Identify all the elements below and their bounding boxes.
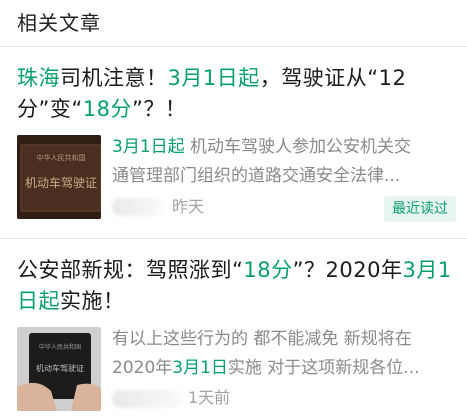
text-segment: 机动车驾驶人参加公安机关交	[184, 137, 412, 157]
text-segment: 司机注意！	[60, 66, 168, 90]
source-name-blurred	[112, 390, 184, 408]
highlight-keyword: 18分	[243, 258, 293, 282]
recently-read-badge: 最近读过	[384, 196, 456, 222]
thumb-main-text: 机动车驾驶证	[36, 363, 84, 373]
article-summary: 有以上这些行为的 都不能减免 新规将在 2020年3月1日实施 对于这项新规各位.…	[112, 325, 450, 383]
summary-line: 2020年3月1日实施 对于这项新规各位...	[112, 354, 450, 383]
text-segment: ”？！	[132, 97, 187, 121]
license-photo-image: 中华人民共和国 机动车驾驶证	[17, 327, 101, 411]
article-headline[interactable]: 珠海司机注意！3月1日起，驾驶证从“12分”变“18分”？！	[17, 63, 457, 125]
text-segment: 有以上这些行为的 都不能减免 新规将在	[112, 329, 412, 349]
thumb-top-text: 中华人民共和国	[37, 153, 86, 162]
divider	[0, 238, 467, 239]
highlight-keyword: 珠海	[17, 66, 60, 90]
thumb-main-text: 机动车驾驶证	[25, 175, 97, 190]
article-thumbnail: 中华人民共和国 机动车驾驶证	[17, 327, 101, 411]
thumb-top-text: 中华人民共和国	[39, 343, 81, 351]
highlight-keyword: 3月1日	[172, 358, 228, 378]
summary-line: 有以上这些行为的 都不能减免 新规将在	[112, 325, 450, 354]
text-segment: 通管理部门组织的道路交通安全法律...	[112, 166, 401, 186]
summary-line: 3月1日起 机动车驾驶人参加公安机关交	[112, 133, 450, 162]
article-headline[interactable]: 公安部新规：驾照涨到“18分”？2020年3月1日起实施！	[17, 255, 457, 317]
highlight-keyword: 3月1日起	[167, 66, 260, 90]
article-thumbnail: 中华人民共和国 机动车驾驶证	[17, 135, 101, 219]
text-segment: 实施！	[60, 289, 125, 313]
license-photo-image: 中华人民共和国 机动车驾驶证	[17, 135, 101, 219]
related-articles-title: 相关文章	[17, 11, 101, 35]
text-segment: 实施 对于这项新规各位...	[227, 358, 420, 378]
text-segment: ”？2020年	[292, 258, 403, 282]
publish-time: 1天前	[188, 388, 231, 407]
article-summary: 3月1日起 机动车驾驶人参加公安机关交通管理部门组织的道路交通安全法律...	[112, 133, 450, 191]
text-segment: 2020年	[112, 358, 173, 378]
highlight-keyword: 18分	[82, 97, 132, 121]
source-name-blurred	[112, 198, 164, 216]
summary-line: 通管理部门组织的道路交通安全法律...	[112, 162, 450, 191]
text-segment: 公安部新规：驾照涨到“	[17, 258, 244, 282]
publish-time: 昨天	[172, 197, 205, 216]
highlight-keyword: 3月1日起	[112, 137, 185, 157]
divider	[0, 46, 467, 47]
